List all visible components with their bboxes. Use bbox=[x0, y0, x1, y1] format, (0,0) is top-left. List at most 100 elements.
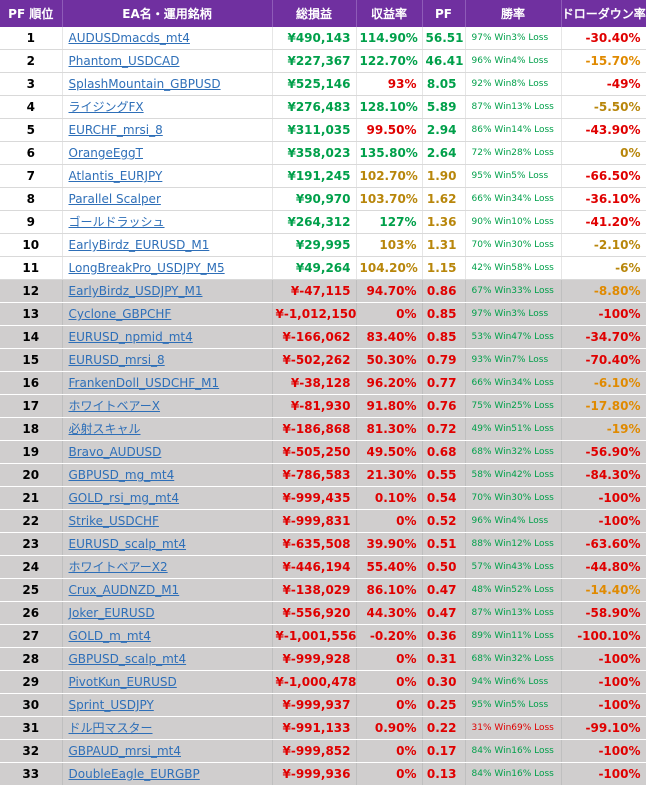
rank-cell: 16 bbox=[0, 371, 63, 395]
ea-name-link[interactable]: EURCHF_mrsi_8 bbox=[69, 123, 163, 137]
return-rate-cell: 114.90% bbox=[356, 27, 423, 50]
return-rate-cell: 39.90% bbox=[356, 532, 423, 556]
ea-name-link[interactable]: GBPUSD_mg_mt4 bbox=[69, 468, 175, 482]
profit-cell: ¥358,023 bbox=[272, 141, 357, 165]
ea-name-cell: Cyclone_GBPCHF bbox=[62, 302, 273, 326]
ea-name-link[interactable]: EURUSD_scalp_mt4 bbox=[69, 537, 187, 551]
ea-name-link[interactable]: Crux_AUDNZD_M1 bbox=[69, 583, 180, 597]
header-rank[interactable]: PF 順位 bbox=[0, 0, 63, 27]
ea-name-link[interactable]: GOLD_m_mt4 bbox=[69, 629, 151, 643]
table-row: 21 GOLD_rsi_mg_mt4 ¥-999,435 0.10% 0.54 70% W… bbox=[0, 486, 646, 510]
return-rate-cell: 96.20% bbox=[356, 371, 423, 395]
profit-cell: ¥-999,928 bbox=[272, 647, 357, 671]
drawdown-cell: -56.90% bbox=[561, 440, 646, 464]
ea-name-link[interactable]: EarlyBirdz_USDJPY_M1 bbox=[69, 284, 203, 298]
table-row: 31 ドル円マスター ¥-991,133 0.90% 0.22 31% Win69% Lo… bbox=[0, 716, 646, 740]
table-row: 23 EURUSD_scalp_mt4 ¥-635,508 39.90% 0.51 88%… bbox=[0, 532, 646, 556]
ea-name-link[interactable]: Joker_EURUSD bbox=[69, 606, 155, 620]
ea-name-link[interactable]: PivotKun_EURUSD bbox=[69, 675, 177, 689]
header-profit[interactable]: 総損益 bbox=[272, 0, 357, 27]
ea-name-cell: ホワイトベアーX2 bbox=[62, 555, 273, 579]
win-rate-cell: 72% Win28% Loss bbox=[465, 141, 562, 165]
profit-cell: ¥49,264 bbox=[272, 256, 357, 280]
win-rate-cell: 95% Win5% Loss bbox=[465, 693, 562, 717]
ea-name-cell: ドル円マスター bbox=[62, 716, 273, 740]
ea-name-link[interactable]: ドル円マスター bbox=[69, 721, 153, 735]
drawdown-cell: -6% bbox=[561, 256, 646, 280]
ea-name-cell: GBPUSD_mg_mt4 bbox=[62, 463, 273, 487]
ea-name-link[interactable]: OrangeEggT bbox=[69, 146, 143, 160]
drawdown-cell: -84.30% bbox=[561, 463, 646, 487]
profit-cell: ¥525,146 bbox=[272, 72, 357, 96]
drawdown-cell: -100.10% bbox=[561, 624, 646, 648]
return-rate-cell: 0% bbox=[356, 647, 423, 671]
rank-cell: 25 bbox=[0, 578, 63, 602]
win-rate-cell: 96% Win4% Loss bbox=[465, 509, 562, 533]
pf-cell: 0.72 bbox=[422, 417, 466, 441]
profit-cell: ¥-505,250 bbox=[272, 440, 357, 464]
rank-cell: 3 bbox=[0, 72, 63, 96]
drawdown-cell: -44.80% bbox=[561, 555, 646, 579]
ea-name-cell: Bravo_AUDUSD bbox=[62, 440, 273, 464]
ea-name-link[interactable]: DoubleEagle_EURGBP bbox=[69, 767, 200, 781]
profit-cell: ¥-999,936 bbox=[272, 762, 357, 786]
drawdown-cell: -100% bbox=[561, 509, 646, 533]
ea-name-link[interactable]: EURUSD_mrsi_8 bbox=[69, 353, 165, 367]
ea-name-link[interactable]: GBPUSD_scalp_mt4 bbox=[69, 652, 187, 666]
ea-name-link[interactable]: AUDUSDmacds_mt4 bbox=[69, 31, 190, 45]
header-return-rate[interactable]: 収益率 bbox=[356, 0, 423, 27]
header-pf[interactable]: PF bbox=[422, 0, 466, 27]
drawdown-cell: -36.10% bbox=[561, 187, 646, 211]
pf-cell: 1.15 bbox=[422, 256, 466, 280]
ea-name-link[interactable]: EarlyBirdz_EURUSD_M1 bbox=[69, 238, 210, 252]
drawdown-cell: -43.90% bbox=[561, 118, 646, 142]
profit-cell: ¥191,245 bbox=[272, 164, 357, 188]
rank-cell: 31 bbox=[0, 716, 63, 740]
header-ea-name[interactable]: EA名・運用銘柄 bbox=[62, 0, 273, 27]
ea-name-link[interactable]: ライジングFX bbox=[69, 100, 144, 114]
drawdown-cell: -63.60% bbox=[561, 532, 646, 556]
ea-name-link[interactable]: Atlantis_EURJPY bbox=[69, 169, 163, 183]
header-drawdown[interactable]: ドローダウン率 bbox=[561, 0, 646, 27]
ea-name-link[interactable]: Strike_USDCHF bbox=[69, 514, 159, 528]
table-row: 9 ゴールドラッシュ ¥264,312 127% 1.36 90% Win10% Loss… bbox=[0, 210, 646, 234]
ea-name-link[interactable]: Cyclone_GBPCHF bbox=[69, 307, 172, 321]
ea-name-link[interactable]: EURUSD_npmid_mt4 bbox=[69, 330, 193, 344]
ea-name-link[interactable]: FrankenDoll_USDCHF_M1 bbox=[69, 376, 220, 390]
ea-name-cell: FrankenDoll_USDCHF_M1 bbox=[62, 371, 273, 395]
pf-cell: 0.47 bbox=[422, 578, 466, 602]
return-rate-cell: 103% bbox=[356, 233, 423, 257]
ea-name-cell: Crux_AUDNZD_M1 bbox=[62, 578, 273, 602]
ea-name-cell: EarlyBirdz_USDJPY_M1 bbox=[62, 279, 273, 303]
ea-name-link[interactable]: Phantom_USDCAD bbox=[69, 54, 180, 68]
drawdown-cell: -14.40% bbox=[561, 578, 646, 602]
ea-name-cell: DoubleEagle_EURGBP bbox=[62, 762, 273, 786]
profit-cell: ¥-1,000,478 bbox=[272, 670, 357, 694]
return-rate-cell: 55.40% bbox=[356, 555, 423, 579]
ea-name-link[interactable]: LongBreakPro_USDJPY_M5 bbox=[69, 261, 225, 275]
ea-name-link[interactable]: GOLD_rsi_mg_mt4 bbox=[69, 491, 180, 505]
header-win-rate[interactable]: 勝率 bbox=[465, 0, 562, 27]
ea-name-link[interactable]: ホワイトベアーX2 bbox=[69, 560, 168, 574]
rank-cell: 30 bbox=[0, 693, 63, 717]
ea-name-link[interactable]: SplashMountain_GBPUSD bbox=[69, 77, 221, 91]
ea-name-link[interactable]: Sprint_USDJPY bbox=[69, 698, 154, 712]
ea-name-link[interactable]: GBPAUD_mrsi_mt4 bbox=[69, 744, 181, 758]
ea-name-cell: AUDUSDmacds_mt4 bbox=[62, 27, 273, 50]
win-rate-cell: 84% Win16% Loss bbox=[465, 762, 562, 786]
win-rate-cell: 97% Win3% Loss bbox=[465, 27, 562, 50]
return-rate-cell: 0.90% bbox=[356, 716, 423, 740]
table-row: 6 OrangeEggT ¥358,023 135.80% 2.64 72% Win28%… bbox=[0, 141, 646, 165]
drawdown-cell: -49% bbox=[561, 72, 646, 96]
pf-cell: 0.25 bbox=[422, 693, 466, 717]
ea-name-cell: Sprint_USDJPY bbox=[62, 693, 273, 717]
ea-name-link[interactable]: Parallel Scalper bbox=[69, 192, 161, 206]
ea-name-link[interactable]: ホワイトベアーX bbox=[69, 399, 161, 413]
ea-name-link[interactable]: Bravo_AUDUSD bbox=[69, 445, 162, 459]
rank-cell: 28 bbox=[0, 647, 63, 671]
table-row: 7 Atlantis_EURJPY ¥191,245 102.70% 1.90 95% W… bbox=[0, 164, 646, 188]
profit-cell: ¥-999,831 bbox=[272, 509, 357, 533]
table-row: 4 ライジングFX ¥276,483 128.10% 5.89 87% Win13% Lo… bbox=[0, 95, 646, 119]
ea-name-link[interactable]: 必射スキャル bbox=[69, 422, 141, 436]
ea-name-link[interactable]: ゴールドラッシュ bbox=[69, 215, 165, 229]
